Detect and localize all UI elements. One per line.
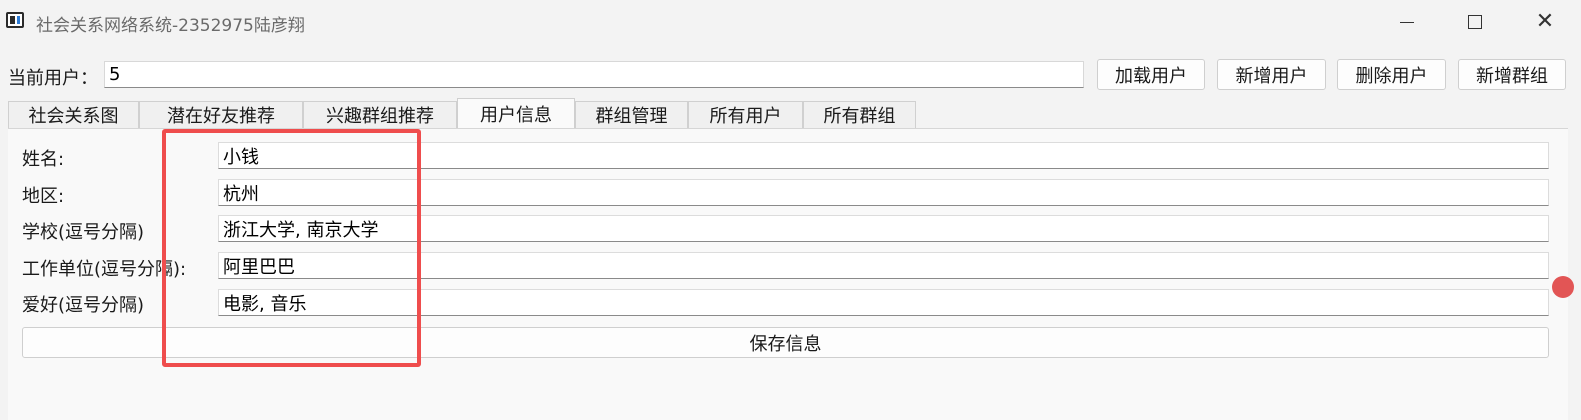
add-user-button[interactable]: 新增用户: [1217, 59, 1326, 90]
current-user-input[interactable]: [104, 61, 1084, 88]
delete-user-button[interactable]: 删除用户: [1337, 59, 1446, 90]
name-label: 姓名:: [22, 149, 65, 170]
tab-friend-recommend[interactable]: 潜在好友推荐: [139, 101, 303, 128]
tab-social-graph[interactable]: 社会关系图: [8, 101, 139, 128]
tab-all-groups[interactable]: 所有群组: [803, 101, 916, 128]
tab-user-info[interactable]: 用户信息: [457, 98, 575, 129]
hobby-label: 爱好(逗号分隔): [22, 295, 145, 316]
work-field[interactable]: [218, 252, 1549, 279]
app-icon: [6, 12, 24, 28]
name-field[interactable]: [218, 142, 1549, 169]
work-label: 工作单位(逗号分隔):: [22, 259, 187, 280]
cursor-marker: [1552, 276, 1574, 298]
minimize-button[interactable]: [1376, 0, 1438, 44]
tab-group-recommend[interactable]: 兴趣群组推荐: [303, 101, 457, 128]
region-label: 地区:: [22, 186, 65, 207]
tab-group-manage[interactable]: 群组管理: [575, 101, 688, 128]
maximize-button[interactable]: [1444, 0, 1506, 44]
minimize-icon: [1400, 21, 1414, 23]
school-field[interactable]: [218, 215, 1549, 242]
window-title: 社会关系网络系统-2352975陆彦翔: [36, 16, 305, 36]
save-info-button[interactable]: 保存信息: [22, 327, 1549, 358]
school-label: 学校(逗号分隔): [22, 222, 145, 243]
tab-bar: 社会关系图 潜在好友推荐 兴趣群组推荐 群组管理 所有用户 所有群组 用户信息: [8, 98, 1568, 129]
tab-all-users[interactable]: 所有用户: [688, 101, 803, 128]
add-group-button[interactable]: 新增群组: [1458, 59, 1566, 90]
region-field[interactable]: [218, 179, 1549, 206]
title-bar: 社会关系网络系统-2352975陆彦翔 ✕: [0, 0, 1581, 44]
maximize-icon: [1468, 15, 1482, 29]
close-icon: ✕: [1535, 9, 1555, 34]
hobby-field[interactable]: [218, 289, 1549, 316]
load-user-button[interactable]: 加载用户: [1097, 59, 1205, 90]
current-user-label: 当前用户：: [8, 68, 98, 89]
close-button[interactable]: ✕: [1514, 0, 1576, 44]
